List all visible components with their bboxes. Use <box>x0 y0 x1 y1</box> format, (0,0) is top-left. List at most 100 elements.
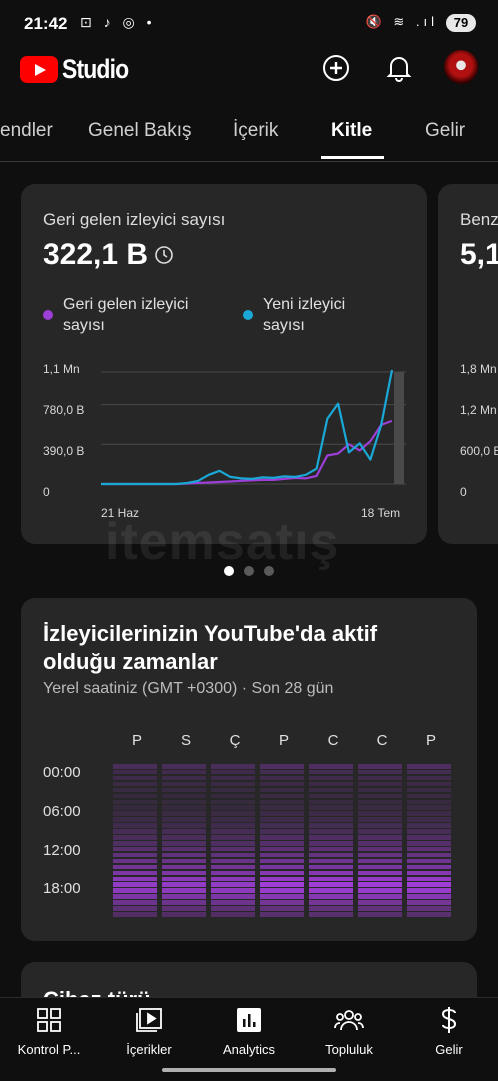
community-icon <box>334 1010 364 1031</box>
heatmap-cell <box>260 841 304 846</box>
heatmap-cell <box>211 900 255 905</box>
youtube-studio-logo[interactable]: Studio <box>20 54 140 84</box>
tab-trends[interactable]: endler <box>0 120 53 142</box>
heatmap-cell <box>260 775 304 781</box>
heatmap-cell <box>162 787 206 793</box>
brand-text: Studio <box>62 53 129 84</box>
day-label: P <box>278 732 289 749</box>
heatmap-cell <box>260 894 304 899</box>
create-button[interactable] <box>318 50 354 86</box>
carousel-dot-2[interactable] <box>244 566 254 576</box>
time-label: 12:00 <box>43 842 81 859</box>
tab-overview[interactable]: Genel Bakış <box>88 120 192 142</box>
heatmap-cell <box>407 829 451 834</box>
returning-viewers-card[interactable]: Geri gelen izleyici sayısı 322,1 B Geri … <box>21 184 427 544</box>
heatmap-cell <box>358 811 402 816</box>
nav-label: Analytics <box>222 1042 276 1057</box>
heatmap-cell <box>211 811 255 816</box>
heatmap-cell <box>260 829 304 834</box>
heatmap-cell <box>162 829 206 834</box>
tab-revenue[interactable]: Gelir <box>425 120 465 142</box>
heatmap-cell <box>211 894 255 899</box>
nav-revenue[interactable]: Gelir <box>400 1006 498 1057</box>
day-label: P <box>425 732 436 749</box>
heatmap-cell <box>358 781 402 787</box>
heatmap-cell <box>407 769 451 775</box>
heatmap-cell <box>407 764 451 769</box>
heatmap-cell <box>260 876 304 882</box>
heatmap-cell <box>309 864 353 870</box>
heatmap-cell <box>358 894 402 899</box>
heatmap-cell <box>211 829 255 834</box>
heatmap-cell <box>309 775 353 781</box>
dollar-icon <box>441 1007 457 1033</box>
heatmap-cell <box>407 805 451 810</box>
heatmap-cell <box>309 817 353 822</box>
heatmap-cell <box>358 764 402 769</box>
content-icon <box>136 1008 162 1032</box>
watermark: itemsatış <box>105 513 340 571</box>
heatmap-cell <box>407 876 451 882</box>
y-tick: 0 <box>460 485 467 499</box>
heatmap-cell <box>211 787 255 793</box>
heatmap-cell <box>309 829 353 834</box>
heatmap-cell <box>358 906 402 911</box>
heatmap-cell <box>211 805 255 810</box>
nav-content[interactable]: İçerikler <box>100 1006 198 1057</box>
nav-dashboard[interactable]: Kontrol P... <box>0 1006 98 1057</box>
y-tick: 780,0 B <box>43 403 85 417</box>
heatmap-cell <box>358 775 402 781</box>
heatmap-cell <box>358 858 402 864</box>
tab-content[interactable]: İçerik <box>233 120 278 142</box>
heatmap-cell <box>260 864 304 870</box>
bell-icon <box>386 57 412 82</box>
heatmap-cell <box>211 906 255 911</box>
heatmap-cell <box>407 882 451 887</box>
heatmap-cell <box>113 870 157 876</box>
carousel-dot-3[interactable] <box>264 566 274 576</box>
x-tick-end: 18 Tem <box>361 506 401 520</box>
heatmap-cell <box>162 912 206 917</box>
heatmap-cell <box>211 823 255 828</box>
legend-dot-returning <box>43 310 53 320</box>
heatmap-cell <box>407 775 451 781</box>
nav-analytics[interactable]: Analytics <box>200 1006 298 1057</box>
avatar[interactable] <box>444 50 478 84</box>
nav-label: Topluluk <box>325 1042 373 1057</box>
similar-viewers-card[interactable]: Benz 5,1 1,8 Mn 1,2 Mn 600,0 B 0 <box>438 184 498 544</box>
heatmap-cell <box>358 900 402 905</box>
heatmap-cell <box>113 846 157 852</box>
heatmap-cell <box>309 912 353 917</box>
heatmap-cell <box>211 882 255 887</box>
heatmap-cell <box>358 835 402 840</box>
carousel-dot-1[interactable] <box>224 566 234 576</box>
heatmap-cell <box>162 894 206 899</box>
nav-community[interactable]: Topluluk <box>300 1006 398 1057</box>
heatmap-cell <box>309 805 353 810</box>
heatmap-cell <box>113 852 157 858</box>
heatmap-cell <box>260 799 304 805</box>
heatmap-cell <box>162 805 206 810</box>
heatmap-cell <box>358 793 402 799</box>
tab-audience[interactable]: Kitle <box>331 120 372 142</box>
heatmap-cell <box>358 876 402 882</box>
heatmap-cell <box>162 769 206 775</box>
heatmap-cell <box>407 858 451 864</box>
heatmap-cell <box>113 805 157 810</box>
time-label: 18:00 <box>43 880 81 897</box>
heatmap-cell <box>260 793 304 799</box>
heatmap-cell <box>113 835 157 840</box>
notifications-button[interactable] <box>381 50 417 86</box>
dashboard-icon <box>37 1008 61 1032</box>
active-times-card[interactable]: İzleyicilerinizin YouTube'da aktif olduğ… <box>21 598 477 941</box>
heatmap-cell <box>113 764 157 769</box>
heatmap-cell <box>260 846 304 852</box>
card-title: İzleyicilerinizin YouTube'da aktif olduğ… <box>43 621 378 674</box>
heatmap-cell <box>162 870 206 876</box>
heatmap-cell <box>113 906 157 911</box>
heatmap-cell <box>260 888 304 893</box>
heatmap-cell <box>407 793 451 799</box>
heatmap-cell <box>309 799 353 805</box>
heatmap-cell <box>407 906 451 911</box>
heatmap-cell <box>113 829 157 834</box>
